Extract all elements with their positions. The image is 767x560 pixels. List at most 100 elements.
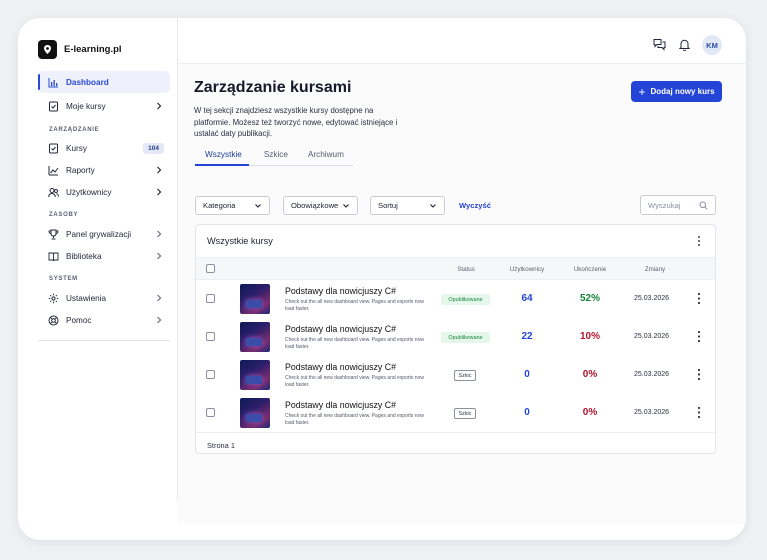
sidebar-item-biblioteka[interactable]: Biblioteka xyxy=(38,245,170,267)
tab-archiwum[interactable]: Archiwum xyxy=(300,150,352,165)
tab-wszystkie[interactable]: Wszystkie xyxy=(195,150,252,165)
column-header-changes[interactable]: Zmiany xyxy=(636,266,674,273)
table-row[interactable]: Podstawy dla nowicjuszy C# Check out the… xyxy=(196,318,715,356)
sidebar-item-label: Dashboard xyxy=(66,77,109,87)
plus-icon: + xyxy=(638,84,646,99)
column-header-users[interactable]: Użytkownicy xyxy=(507,266,547,273)
row-checkbox[interactable] xyxy=(206,332,215,341)
avatar[interactable]: KM xyxy=(702,35,722,55)
sidebar-item-kursy[interactable]: Kursy 104 xyxy=(38,137,170,159)
sidebar-item-raporty[interactable]: Raporty xyxy=(38,159,170,181)
row-menu-icon[interactable] xyxy=(697,330,701,343)
users-count: 0 xyxy=(524,407,530,418)
brand[interactable]: E-learning.pl xyxy=(38,40,122,59)
sidebar-item-label: Biblioteka xyxy=(66,251,102,261)
select-all-checkbox[interactable] xyxy=(206,264,215,273)
topbar: KM xyxy=(178,18,746,64)
course-subtitle: Check out the all new dashboard view. Pa… xyxy=(285,337,424,351)
chat-icon[interactable] xyxy=(652,37,666,51)
sidebar-item-label: Ustawienia xyxy=(66,293,107,303)
users-count: 0 xyxy=(524,369,530,380)
row-checkbox[interactable] xyxy=(206,294,215,303)
status-badge: Opublikowane xyxy=(441,294,490,305)
more-options-icon[interactable] xyxy=(697,235,701,247)
sidebar-item-uzytkownicy[interactable]: Użytkownicy xyxy=(38,181,170,203)
sidebar-item-label: Pomoc xyxy=(66,315,92,325)
chevron-right-icon xyxy=(157,230,162,238)
sort-filter[interactable]: Sortuj xyxy=(370,196,445,215)
section-label-system: SYSTEM xyxy=(49,276,78,282)
changed-date: 25.03.2026 xyxy=(634,371,670,378)
sidebar-item-label: Użytkownicy xyxy=(66,187,112,197)
row-menu-icon[interactable] xyxy=(697,292,701,305)
course-subtitle: Check out the all new dashboard view. Pa… xyxy=(285,413,424,427)
table-row[interactable]: Podstawy dla nowicjuszy C# Check out the… xyxy=(196,280,715,318)
sidebar-item-dashboard[interactable]: Dashboard xyxy=(38,71,170,93)
status-badge: Szkic xyxy=(454,408,476,419)
sidebar-divider xyxy=(38,340,170,341)
page-indicator: Strona 1 xyxy=(207,441,235,450)
course-title[interactable]: Podstawy dla nowicjuszy C# xyxy=(285,286,396,296)
chevron-right-icon xyxy=(157,166,162,174)
category-filter[interactable]: Kategoria xyxy=(195,196,270,215)
sidebar-item-ustawienia[interactable]: Ustawienia xyxy=(38,287,170,309)
course-subtitle: Check out the all new dashboard view. Pa… xyxy=(285,375,424,389)
sidebar-item-panel-grywalizacji[interactable]: Panel grywalizacji xyxy=(38,223,170,245)
table-row[interactable]: Podstawy dla nowicjuszy C# Check out the… xyxy=(196,394,715,432)
chevron-down-icon xyxy=(343,203,349,208)
search-icon xyxy=(699,201,708,210)
row-checkbox[interactable] xyxy=(206,370,215,379)
sidebar-item-pomoc[interactable]: Pomoc xyxy=(38,309,170,331)
add-course-label: Dodaj nowy kurs xyxy=(650,87,715,96)
search-placeholder: Wyszukaj xyxy=(648,200,681,210)
column-header-status[interactable]: Status xyxy=(451,266,481,273)
column-header-completion[interactable]: Ukończenie xyxy=(570,266,610,273)
page-title: Zarządzanie kursami xyxy=(194,79,352,96)
row-checkbox[interactable] xyxy=(206,408,215,417)
courses-table-card: Wszystkie kursy Status Użytkownicy Ukońc… xyxy=(195,224,716,454)
chevron-right-icon xyxy=(157,316,162,324)
completion-value: 10% xyxy=(579,331,600,342)
table-header: Status Użytkownicy Ukończenie Zmiany xyxy=(196,257,715,280)
line-chart-icon xyxy=(48,165,59,176)
chevron-down-icon xyxy=(430,203,436,208)
bar-chart-icon xyxy=(48,77,59,88)
tab-szkice[interactable]: Szkice xyxy=(252,150,300,165)
help-icon xyxy=(48,315,59,326)
completion-value: 0% xyxy=(582,369,598,380)
status-badge: Opublikowane xyxy=(441,332,490,343)
course-title[interactable]: Podstawy dla nowicjuszy C# xyxy=(285,362,396,372)
completion-value: 0% xyxy=(582,407,598,418)
library-icon xyxy=(48,251,59,262)
page-description: W tej sekcji znajdziesz wszystkie kursy … xyxy=(194,106,398,139)
chevron-down-icon xyxy=(255,203,261,208)
sidebar-item-label: Raporty xyxy=(66,165,95,175)
logo-icon xyxy=(38,40,57,59)
changed-date: 25.03.2026 xyxy=(634,409,670,416)
users-count: 22 xyxy=(521,331,533,342)
book-icon xyxy=(48,143,59,154)
table-title: Wszystkie kursy xyxy=(207,236,273,246)
filter-label: Kategoria xyxy=(203,201,236,210)
app-name: E-learning.pl xyxy=(64,44,122,55)
add-course-button[interactable]: + Dodaj nowy kurs xyxy=(631,81,722,102)
course-thumbnail xyxy=(240,284,270,314)
course-title[interactable]: Podstawy dla nowicjuszy C# xyxy=(285,324,396,334)
sidebar-item-moje-kursy[interactable]: Moje kursy xyxy=(38,95,170,117)
course-thumbnail xyxy=(240,322,270,352)
row-menu-icon[interactable] xyxy=(697,406,701,419)
search-input[interactable]: Wyszukaj xyxy=(640,195,716,215)
chevron-right-icon xyxy=(157,252,162,260)
course-title[interactable]: Podstawy dla nowicjuszy C# xyxy=(285,400,396,410)
table-row[interactable]: Podstawy dla nowicjuszy C# Check out the… xyxy=(196,356,715,394)
sidebar-item-label: Kursy xyxy=(66,143,87,153)
completion-value: 52% xyxy=(579,293,600,304)
bell-icon[interactable] xyxy=(677,37,691,51)
main-content: Zarządzanie kursami W tej sekcji znajdzi… xyxy=(178,64,746,524)
clear-filters-link[interactable]: Wyczyść xyxy=(459,201,491,210)
status-badge: Szkic xyxy=(454,370,476,381)
changed-date: 25.03.2026 xyxy=(634,295,670,302)
mandatory-filter[interactable]: Obowiązkowe xyxy=(283,196,358,215)
row-menu-icon[interactable] xyxy=(697,368,701,381)
course-thumbnail xyxy=(240,360,270,390)
